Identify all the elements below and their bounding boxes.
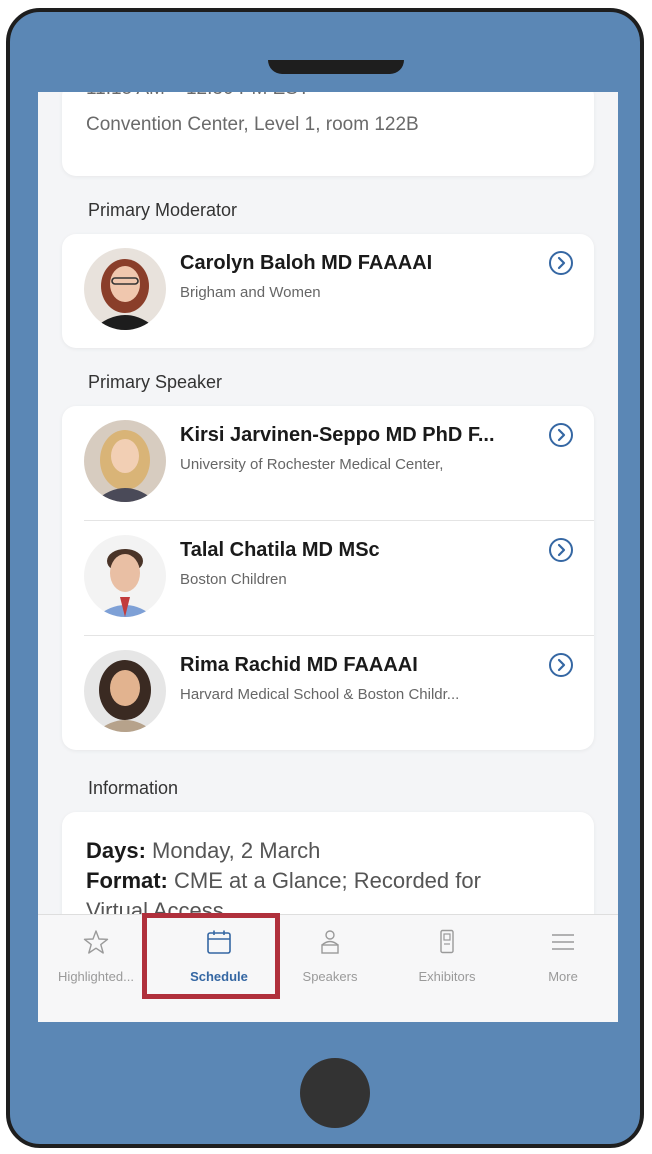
person-name: Kirsi Jarvinen-Seppo MD PhD F... — [180, 424, 495, 446]
tab-speakers[interactable]: Speakers — [275, 915, 385, 985]
tab-label: Speakers — [302, 969, 358, 984]
section-header-information: Information — [88, 778, 179, 798]
speaker-row[interactable]: Rima Rachid MD FAAAAI Harvard Medical Sc… — [62, 636, 594, 750]
tab-label: Exhibitors — [418, 969, 476, 984]
info-format: Format: CME at a Glance; Recorded for — [86, 868, 481, 894]
tab-more[interactable]: More — [508, 915, 618, 985]
section-header-speakers: Primary Speaker — [88, 372, 223, 392]
person-organization: Harvard Medical School & Boston Childr..… — [180, 686, 460, 703]
info-days-label: Days: — [86, 838, 146, 863]
info-format-label: Format: — [86, 868, 168, 893]
moderator-card: Carolyn Baloh MD FAAAAI Brigham and Wome… — [62, 234, 594, 348]
person-name: Talal Chatila MD MSc — [180, 539, 380, 561]
speakers-card: Kirsi Jarvinen-Seppo MD PhD F... Univers… — [62, 406, 594, 750]
person-name: Carolyn Baloh MD FAAAAI — [180, 252, 433, 274]
phone-speaker — [268, 60, 404, 74]
person-organization: University of Rochester Medical Center, — [180, 456, 444, 473]
person-name: Rima Rachid MD FAAAAI — [180, 654, 418, 676]
session-location: Convention Center, Level 1, room 122B — [86, 114, 419, 135]
avatar — [84, 650, 166, 732]
tab-exhibitors[interactable]: Exhibitors — [392, 915, 502, 985]
app-screen: 11:15 AM – 12:30 PM EST Convention Cente… — [38, 92, 618, 1022]
session-details-card: 11:15 AM – 12:30 PM EST Convention Cente… — [62, 92, 594, 176]
person-organization: Boston Children — [180, 571, 287, 588]
tab-label: More — [548, 969, 578, 984]
star-icon — [83, 930, 109, 954]
chevron-right-circle-icon[interactable] — [548, 652, 574, 678]
speaker-person-icon — [321, 930, 339, 954]
info-days-value: Monday, 2 March — [152, 838, 321, 863]
section-header-moderator: Primary Moderator — [88, 200, 238, 220]
tab-label: Highlighted... — [58, 969, 134, 984]
chevron-right-circle-icon[interactable] — [548, 422, 574, 448]
info-days: Days: Monday, 2 March — [86, 838, 320, 864]
speaker-row[interactable]: Talal Chatila MD MSc Boston Children — [62, 521, 594, 635]
avatar — [84, 420, 166, 502]
bottom-tab-bar: Highlighted... Schedule Speakers Exhibit… — [38, 914, 618, 1022]
moderator-row[interactable]: Carolyn Baloh MD FAAAAI Brigham and Wome… — [62, 234, 594, 348]
person-organization: Brigham and Women — [180, 284, 321, 301]
tab-highlighted[interactable]: Highlighted... — [41, 915, 151, 985]
hamburger-menu-icon — [552, 934, 574, 950]
info-format-value: CME at a Glance; Recorded for — [174, 868, 481, 893]
chevron-right-circle-icon[interactable] — [548, 537, 574, 563]
chevron-right-circle-icon[interactable] — [548, 250, 574, 276]
avatar — [84, 535, 166, 617]
session-time: 11:15 AM – 12:30 PM EST — [86, 92, 310, 100]
highlight-box — [142, 913, 280, 999]
home-button[interactable] — [300, 1058, 370, 1128]
exhibitor-booth-icon — [440, 929, 454, 954]
avatar — [84, 248, 166, 330]
speaker-row[interactable]: Kirsi Jarvinen-Seppo MD PhD F... Univers… — [62, 406, 594, 520]
